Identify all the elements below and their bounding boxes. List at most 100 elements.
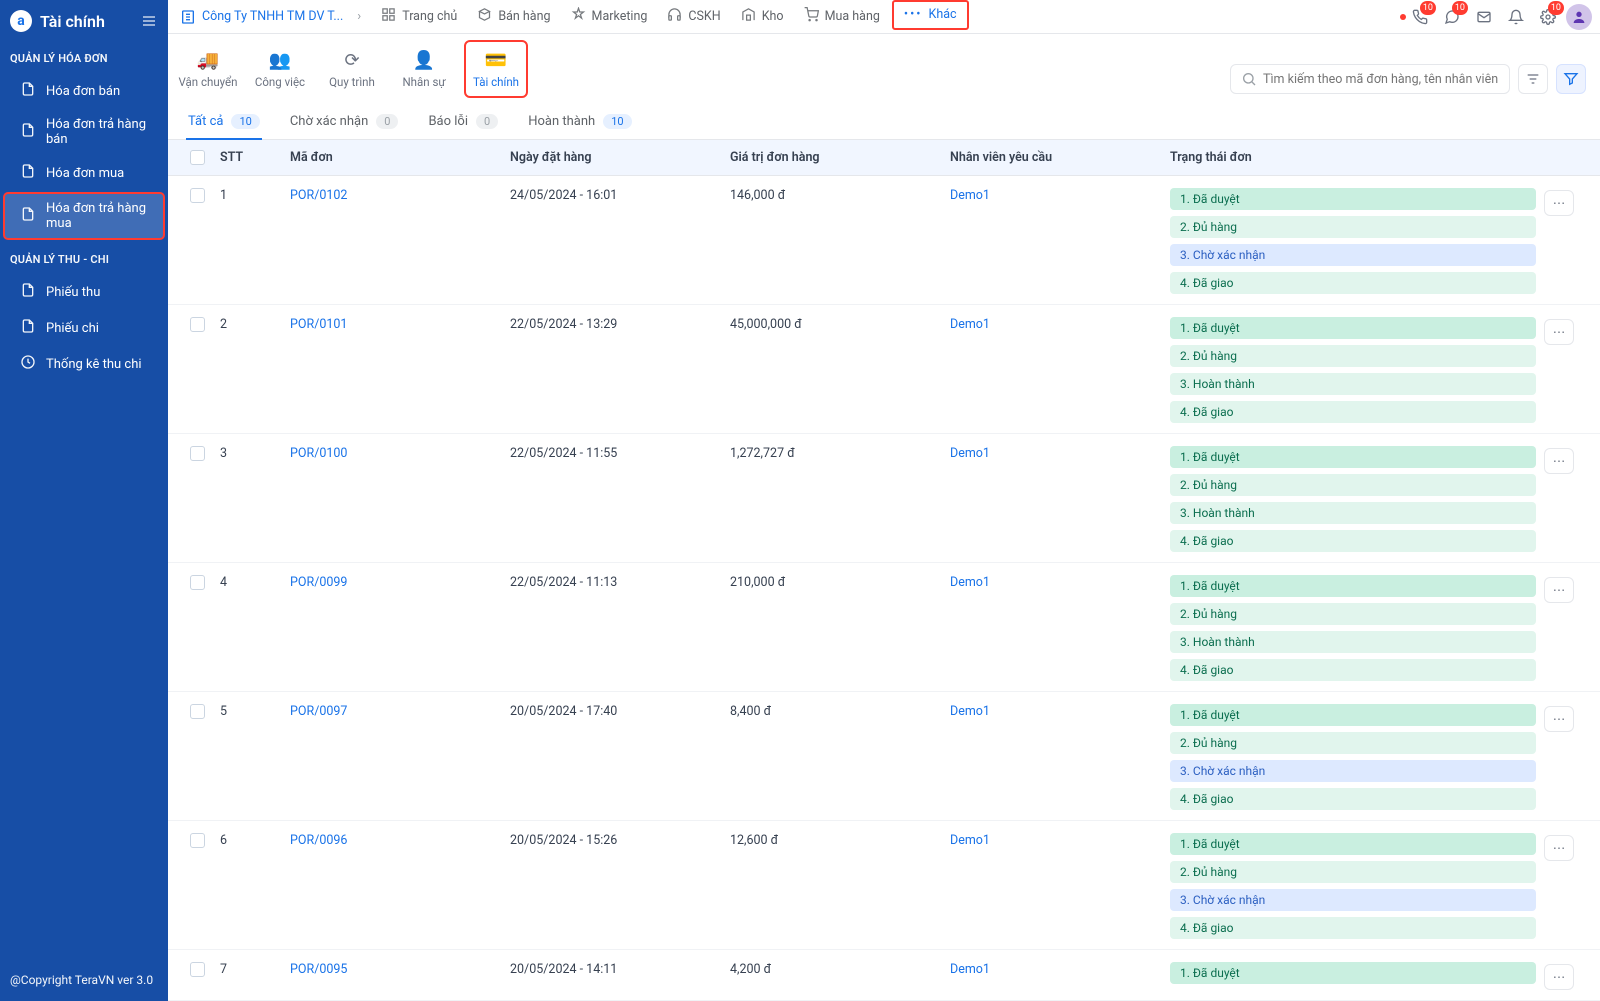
col-code: Mã đơn [290, 150, 510, 165]
sidebar-item[interactable]: Phiếu thu [0, 274, 168, 310]
topnav-item[interactable]: •••Khác [892, 0, 969, 30]
cell-value: 146,000 đ [730, 188, 950, 203]
topnav-label: Trang chủ [402, 9, 457, 24]
topnav-item[interactable]: Trang chủ [371, 0, 467, 34]
status-badge: 4. Đã giao [1170, 401, 1536, 423]
subnav-item[interactable]: 👤Nhân sự [392, 40, 456, 98]
nav-icon [741, 7, 756, 26]
row-more-button[interactable]: ⋯ [1544, 448, 1574, 474]
subnav-label: Tài chính [473, 75, 519, 89]
employee-link[interactable]: Demo1 [950, 575, 990, 590]
tab-label: Báo lỗi [428, 114, 468, 129]
employee-link[interactable]: Demo1 [950, 704, 990, 719]
row-more-button[interactable]: ⋯ [1544, 190, 1574, 216]
table-header: STT Mã đơn Ngày đặt hàng Giá trị đơn hàn… [168, 140, 1600, 176]
status-badge: 4. Đã giao [1170, 272, 1536, 294]
sidebar-item-label: Hóa đơn mua [46, 166, 124, 181]
sidebar-item[interactable]: Hóa đơn trả hàng mua [4, 193, 164, 239]
row-checkbox[interactable] [190, 704, 205, 719]
sidebar-item[interactable]: Hóa đơn trả hàng bán [0, 109, 168, 155]
row-checkbox[interactable] [190, 317, 205, 332]
sidebar-section-label: QUẢN LÝ THU - CHI [0, 241, 168, 274]
sidebar-item[interactable]: Hóa đơn mua [0, 155, 168, 191]
order-code-link[interactable]: POR/0097 [290, 704, 347, 719]
col-emp: Nhân viên yêu cầu [950, 150, 1170, 165]
tab[interactable]: Hoàn thành10 [526, 104, 633, 139]
settings-icon[interactable]: 10 [1534, 3, 1562, 31]
document-icon [20, 282, 36, 302]
user-avatar[interactable] [1566, 4, 1592, 30]
row-more-button[interactable]: ⋯ [1544, 577, 1574, 603]
order-code-link[interactable]: POR/0095 [290, 962, 347, 977]
subnav-icon: 👥 [269, 50, 291, 71]
cell-value: 4,200 đ [730, 962, 950, 977]
sidebar-item-label: Hóa đơn trả hàng mua [46, 201, 154, 231]
topnav-item[interactable]: CSKH [657, 0, 730, 34]
cell-date: 20/05/2024 - 14:11 [510, 962, 730, 977]
subnav-item[interactable]: 🚚Vận chuyển [176, 40, 240, 98]
row-checkbox[interactable] [190, 188, 205, 203]
row-checkbox[interactable] [190, 962, 205, 977]
tab[interactable]: Báo lỗi0 [426, 104, 500, 139]
company-selector[interactable]: Công Ty TNHH TM DV T... [176, 9, 347, 25]
row-more-button[interactable]: ⋯ [1544, 835, 1574, 861]
select-all-checkbox[interactable] [190, 150, 205, 165]
sidebar-item[interactable]: Phiếu chi [0, 310, 168, 346]
sidebar-item[interactable]: Hóa đơn bán [0, 73, 168, 109]
row-checkbox[interactable] [190, 833, 205, 848]
cell-stt: 2 [220, 317, 290, 332]
employee-link[interactable]: Demo1 [950, 833, 990, 848]
order-code-link[interactable]: POR/0096 [290, 833, 347, 848]
status-badge: 4. Đã giao [1170, 530, 1536, 552]
nav-icon [804, 7, 819, 26]
mail-icon[interactable] [1470, 3, 1498, 31]
cell-value: 210,000 đ [730, 575, 950, 590]
chat-icon[interactable]: 10 [1438, 3, 1466, 31]
topnav-item[interactable]: Mua hàng [794, 0, 890, 34]
subnav-item[interactable]: 💳Tài chính [464, 40, 528, 98]
subnav-label: Quy trình [329, 75, 375, 89]
employee-link[interactable]: Demo1 [950, 188, 990, 203]
row-more-button[interactable]: ⋯ [1544, 706, 1574, 732]
search-input[interactable] [1263, 72, 1499, 87]
sidebar-item[interactable]: Thống kê thu chi [0, 346, 168, 382]
status-badge: 1. Đã duyệt [1170, 188, 1536, 210]
sidebar-title: Tài chính [40, 12, 132, 31]
row-checkbox[interactable] [190, 575, 205, 590]
cell-status: 1. Đã duyệt2. Đủ hàng3. Chờ xác nhận4. Đ… [1170, 188, 1544, 294]
phone-icon[interactable]: 10 [1406, 3, 1434, 31]
cell-stt: 3 [220, 446, 290, 461]
employee-link[interactable]: Demo1 [950, 446, 990, 461]
employee-link[interactable]: Demo1 [950, 317, 990, 332]
row-more-button[interactable]: ⋯ [1544, 964, 1574, 990]
status-badge: 1. Đã duyệt [1170, 317, 1536, 339]
status-badge: 1. Đã duyệt [1170, 704, 1536, 726]
tab[interactable]: Chờ xác nhận0 [288, 104, 401, 139]
order-code-link[interactable]: POR/0100 [290, 446, 347, 461]
status-badge: 2. Đủ hàng [1170, 603, 1536, 625]
sidebar-collapse-button[interactable] [140, 12, 158, 30]
topnav-item[interactable]: Bán hàng [467, 0, 560, 34]
cell-stt: 6 [220, 833, 290, 848]
extra-filter-button[interactable] [1556, 64, 1586, 94]
employee-link[interactable]: Demo1 [950, 962, 990, 977]
status-badge: 3. Chờ xác nhận [1170, 244, 1536, 266]
row-checkbox[interactable] [190, 446, 205, 461]
order-code-link[interactable]: POR/0099 [290, 575, 347, 590]
topnav-item[interactable]: Marketing [561, 0, 658, 34]
status-badge: 1. Đã duyệt [1170, 446, 1536, 468]
cell-status: 1. Đã duyệt [1170, 962, 1544, 984]
bell-icon[interactable] [1502, 3, 1530, 31]
status-badge: 3. Chờ xác nhận [1170, 760, 1536, 782]
order-code-link[interactable]: POR/0102 [290, 188, 347, 203]
search-input-wrap[interactable] [1230, 64, 1510, 94]
filter-button[interactable] [1518, 64, 1548, 94]
cell-date: 24/05/2024 - 16:01 [510, 188, 730, 203]
subnav-item[interactable]: ⟳Quy trình [320, 40, 384, 98]
tab-label: Tất cả [188, 114, 223, 129]
tab[interactable]: Tất cả10 [186, 104, 262, 139]
topnav-item[interactable]: Kho [731, 0, 794, 34]
subnav-item[interactable]: 👥Công việc [248, 40, 312, 98]
row-more-button[interactable]: ⋯ [1544, 319, 1574, 345]
order-code-link[interactable]: POR/0101 [290, 317, 347, 332]
